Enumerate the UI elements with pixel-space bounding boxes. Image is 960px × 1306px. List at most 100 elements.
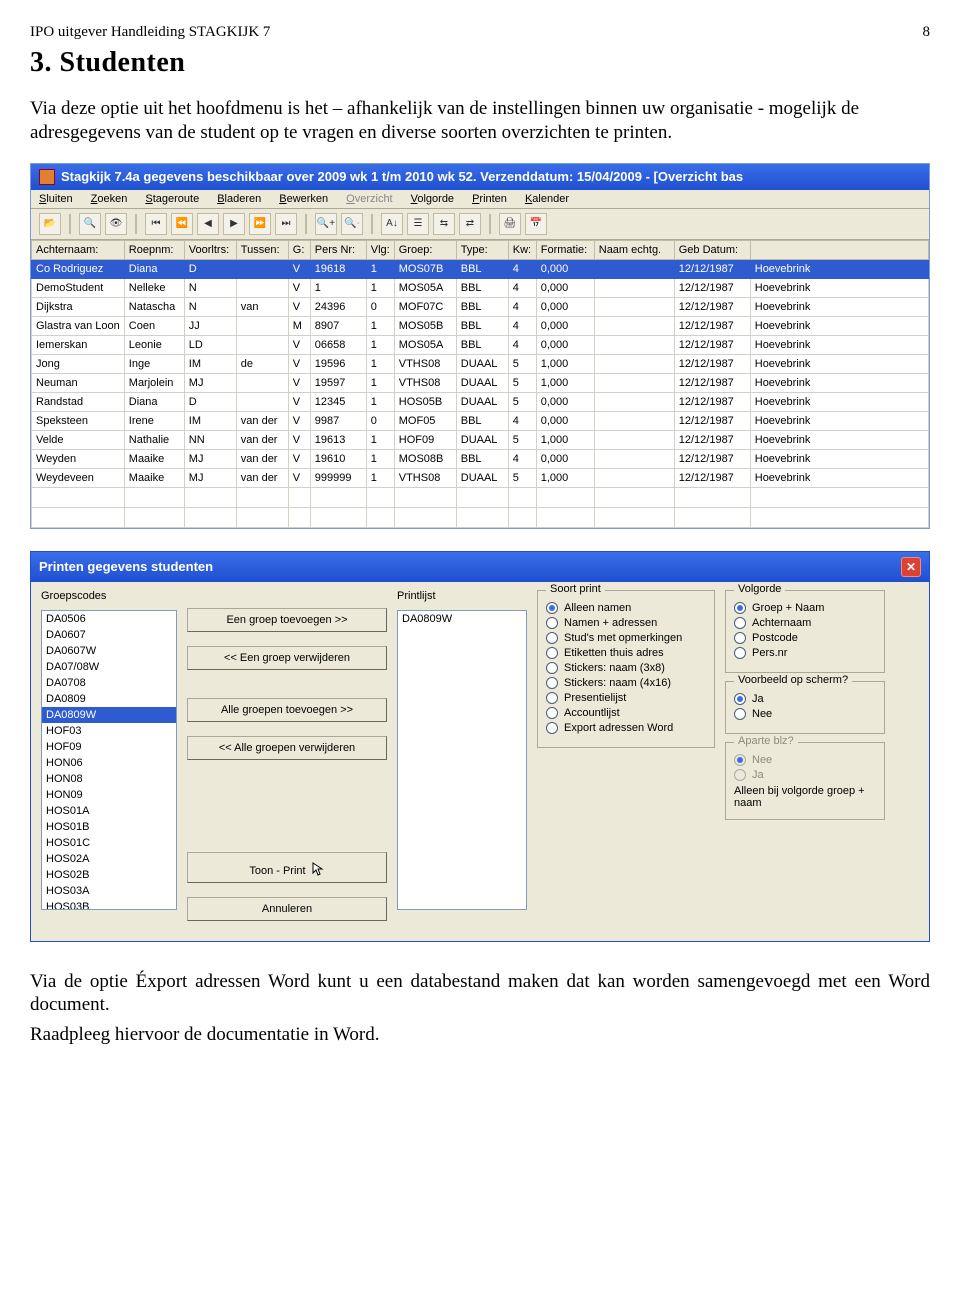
toon-print-button[interactable]: Toon - Print [187,852,387,883]
menu-stageroute[interactable]: Stageroute [145,193,199,205]
printlijst-listbox[interactable]: DA0809W [397,610,527,910]
table-cell: V [288,373,310,392]
radio-option[interactable]: Presentielijst [546,692,706,704]
table-row[interactable]: DijkstraNataschaNvanV243960MOF07CBBL40,0… [32,297,929,316]
list-item[interactable]: HON09 [42,787,176,803]
add-group-button[interactable]: Een groep toevoegen >> [187,608,387,632]
radio-option[interactable]: Postcode [734,632,876,644]
radio-option[interactable]: Ja [734,693,876,705]
column-header[interactable]: G: [288,240,310,259]
radio-option[interactable]: Export adressen Word [546,722,706,734]
search-icon[interactable]: 🔍 [79,213,101,235]
list-item[interactable]: HOF03 [42,723,176,739]
list-item[interactable]: DA0506 [42,611,176,627]
column-header[interactable]: Naam echtg. [594,240,674,259]
annuleren-button[interactable]: Annuleren [187,897,387,921]
close-icon[interactable]: ✕ [901,557,921,577]
remove-group-button[interactable]: << Een groep verwijderen [187,646,387,670]
students-grid[interactable]: Achternaam:Roepnm:Voorltrs:Tussen:G:Pers… [31,240,929,528]
table-row[interactable]: DemoStudentNellekeNV11MOS05ABBL40,00012/… [32,278,929,297]
column-header[interactable] [750,240,928,259]
nav-next-icon[interactable]: ▶ [223,213,245,235]
zoom-in-icon[interactable]: 🔍+ [315,213,337,235]
radio-option[interactable]: Achternaam [734,617,876,629]
column-header[interactable]: Groep: [394,240,456,259]
list-item[interactable]: HOS03B [42,899,176,910]
indent-icon[interactable]: ⇆ [433,213,455,235]
table-cell [594,278,674,297]
radio-option[interactable]: Stud's met opmerkingen [546,632,706,644]
table-row[interactable]: IemerskanLeonieLDV066581MOS05ABBL40,0001… [32,335,929,354]
table-row[interactable]: Glastra van LoonCoenJJM89071MOS05BBBL40,… [32,316,929,335]
list-item[interactable]: HOF09 [42,739,176,755]
list-icon[interactable]: ☰ [407,213,429,235]
menu-volgorde[interactable]: Volgorde [411,193,454,205]
list-item[interactable]: HOS01C [42,835,176,851]
radio-option[interactable]: Namen + adressen [546,617,706,629]
radio-option[interactable]: Stickers: naam (3x8) [546,662,706,674]
nav-prev-page-icon[interactable]: ⏪ [171,213,193,235]
nav-last-icon[interactable]: ⏭ [275,213,297,235]
table-row[interactable]: WeydenMaaikeMJvan derV196101MOS08BBBL40,… [32,449,929,468]
list-item[interactable]: HON06 [42,755,176,771]
menu-zoeken[interactable]: Zoeken [91,193,128,205]
table-row[interactable]: WeydeveenMaaikeMJvan derV9999991VTHS08DU… [32,468,929,487]
print-icon[interactable]: 🖨 [499,213,521,235]
remove-all-groups-button[interactable]: << Alle groepen verwijderen [187,736,387,760]
groepscodes-listbox[interactable]: DA0506DA0607DA0607WDA07/08WDA0708DA0809D… [41,610,177,910]
zoom-out-icon[interactable]: 🔍- [341,213,363,235]
menu-kalender[interactable]: Kalender [525,193,569,205]
list-item[interactable]: HOS02B [42,867,176,883]
table-row[interactable]: JongIngeIMdeV195961VTHS08DUAAL51,00012/1… [32,354,929,373]
binocular-icon[interactable]: 👁 [105,213,127,235]
table-row[interactable]: SpeksteenIreneIMvan derV99870MOF05BBL40,… [32,411,929,430]
list-item[interactable]: HON08 [42,771,176,787]
list-item[interactable]: HOS03A [42,883,176,899]
add-all-groups-button[interactable]: Alle groepen toevoegen >> [187,698,387,722]
list-item[interactable]: HOS02A [42,851,176,867]
list-item[interactable]: HOS01A [42,803,176,819]
radio-option[interactable]: Pers.nr [734,647,876,659]
list-item[interactable]: DA0809W [42,707,176,723]
menu-printen[interactable]: Printen [472,193,507,205]
column-header[interactable]: Type: [456,240,508,259]
nav-next-page-icon[interactable]: ⏩ [249,213,271,235]
table-row[interactable]: NeumanMarjoleinMJV195971VTHS08DUAAL51,00… [32,373,929,392]
menu-bladeren[interactable]: Bladeren [217,193,261,205]
column-header[interactable]: Achternaam: [32,240,125,259]
list-item[interactable]: DA0809 [42,691,176,707]
column-header[interactable]: Vlg: [366,240,394,259]
list-item[interactable]: DA0708 [42,675,176,691]
table-row[interactable]: VeldeNathalieNNvan derV196131HOF09DUAAL5… [32,430,929,449]
open-icon[interactable]: 📂 [39,213,61,235]
column-header[interactable]: Tussen: [236,240,288,259]
radio-option[interactable]: Etiketten thuis adres [546,647,706,659]
list-item[interactable]: DA07/08W [42,659,176,675]
table-row[interactable]: Co RodriguezDianaDV196181MOS07BBBL40,000… [32,259,929,278]
radio-option[interactable]: Groep + Naam [734,602,876,614]
column-header[interactable]: Roepnm: [124,240,184,259]
column-header[interactable]: Kw: [508,240,536,259]
column-header[interactable]: Voorltrs: [184,240,236,259]
nav-prev-icon[interactable]: ◀ [197,213,219,235]
menu-bewerken[interactable]: Bewerken [279,193,328,205]
list-item[interactable]: DA0607 [42,627,176,643]
radio-option[interactable]: Stickers: naam (4x16) [546,677,706,689]
list-item[interactable]: DA0809W [398,611,526,627]
calendar-icon[interactable]: 📅 [525,213,547,235]
list-item[interactable]: DA0607W [42,643,176,659]
column-header[interactable]: Formatie: [536,240,594,259]
table-cell: 19610 [310,449,366,468]
radio-option[interactable]: Accountlijst [546,707,706,719]
radio-option[interactable]: Alleen namen [546,602,706,614]
column-header[interactable]: Geb Datum: [674,240,750,259]
list-item[interactable]: HOS01B [42,819,176,835]
menu-sluiten[interactable]: Sluiten [39,193,73,205]
radio-option[interactable]: Nee [734,708,876,720]
table-row[interactable]: RandstadDianaDV123451HOS05BDUAAL50,00012… [32,392,929,411]
nav-first-icon[interactable]: ⏮ [145,213,167,235]
column-header[interactable]: Pers Nr: [310,240,366,259]
sort-icon[interactable]: A↓ [381,213,403,235]
table-cell: NN [184,430,236,449]
outdent-icon[interactable]: ⇄ [459,213,481,235]
